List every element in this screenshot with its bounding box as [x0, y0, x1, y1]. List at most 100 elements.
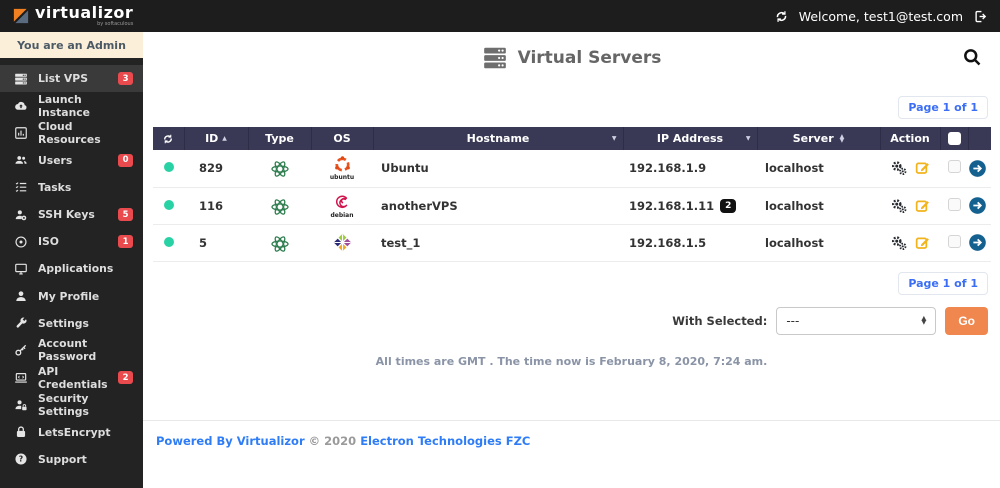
pagination-bottom[interactable]: Page 1 of 1 — [898, 271, 988, 295]
table-row: 5 test_1 192.168.1.5 localhost — [153, 224, 991, 262]
user-icon — [13, 289, 29, 303]
sidebar-item-security-settings[interactable]: Security Settings — [0, 391, 143, 418]
os-centos-icon — [311, 233, 373, 252]
column-header-ip-address[interactable]: IP Address ▼ — [622, 127, 757, 150]
sidebar-item-label: My Profile — [38, 289, 100, 303]
main-content: Virtual Servers Page 1 of 1 ID ▲ Type OS Hos… — [143, 32, 1000, 488]
sidebar-item-label: LetsEncrypt — [38, 425, 111, 439]
sidebar-item-label: Users — [38, 153, 73, 167]
sidebar-item-support[interactable]: ? Support — [0, 446, 143, 473]
search-icon[interactable] — [962, 47, 982, 67]
table-row: 116 debian anotherVPS 192.168.1.11 2 localhos… — [153, 187, 991, 225]
select-arrows-icon: ▲ ▼ — [921, 313, 927, 326]
status-dot — [163, 162, 174, 173]
disc-icon — [13, 235, 29, 249]
kvm-type-icon — [248, 156, 311, 180]
with-selected-value: --- — [786, 313, 800, 328]
sidebar-item-launch-instance[interactable]: Launch Instance — [0, 92, 143, 119]
manage-gears-icon[interactable] — [890, 234, 908, 252]
user-lock-icon — [13, 398, 29, 412]
manage-gears-icon[interactable] — [890, 159, 908, 177]
row-checkbox[interactable] — [947, 234, 961, 248]
kvm-type-icon — [248, 231, 311, 255]
ip-address: 192.168.1.11 — [629, 198, 715, 213]
status-dot — [163, 199, 174, 210]
count-badge: 0 — [118, 153, 133, 167]
manage-gears-icon[interactable] — [890, 197, 908, 215]
vps-id: 116 — [199, 198, 224, 213]
with-selected-select[interactable]: --- ▲ ▼ — [776, 306, 937, 335]
top-bar: virtualizor by softaculous Welcome, test… — [0, 0, 1000, 32]
open-vps-arrow-icon[interactable] — [968, 233, 991, 252]
count-badge: 5 — [118, 208, 133, 222]
filter-dropdown-icon[interactable]: ▼ — [746, 135, 751, 142]
sidebar-item-label: Support — [38, 452, 87, 466]
open-vps-arrow-icon[interactable] — [968, 159, 991, 178]
logo-subtext: by softaculous — [97, 21, 134, 27]
hostname: anotherVPS — [381, 198, 458, 213]
logout-icon[interactable] — [973, 9, 988, 24]
column-header-hostname[interactable]: Hostname ▼ — [372, 127, 623, 150]
sidebar: You are an Admin List VPS 3 Launch Instanc… — [0, 32, 143, 488]
svg-text:?: ? — [19, 455, 23, 464]
edit-icon[interactable] — [915, 235, 931, 251]
sidebar-item-iso[interactable]: ISO 1 — [0, 228, 143, 255]
go-button[interactable]: Go — [945, 306, 988, 335]
monitor-icon — [13, 262, 29, 276]
sidebar-item-settings[interactable]: Settings — [0, 310, 143, 337]
column-header-action[interactable]: Action — [879, 127, 940, 150]
column-header-refresh[interactable] — [153, 127, 184, 150]
sidebar-item-my-profile[interactable]: My Profile — [0, 283, 143, 310]
refresh-icon[interactable] — [774, 9, 789, 24]
sidebar-item-users[interactable]: Users 0 — [0, 147, 143, 174]
vps-id: 5 — [199, 235, 208, 250]
cloud-upload-icon — [13, 99, 29, 113]
sidebar-item-label: SSH Keys — [38, 208, 95, 222]
sidebar-item-label: Cloud Resources — [38, 119, 101, 146]
column-label: Action — [890, 132, 930, 145]
edit-icon[interactable] — [915, 198, 931, 214]
page-title: Virtual Servers — [517, 48, 662, 68]
servers-icon — [13, 72, 29, 86]
welcome-text: Welcome, test1@test.com — [798, 8, 963, 24]
sidebar-item-letsencrypt[interactable]: LetsEncrypt — [0, 418, 143, 445]
copyright-text: © 2020 — [308, 434, 357, 448]
sidebar-item-applications[interactable]: Applications — [0, 255, 143, 282]
select-all-checkbox[interactable] — [947, 132, 961, 145]
time-note: All times are GMT . The time now is Febr… — [375, 354, 768, 368]
sidebar-item-ssh-keys[interactable]: SSH Keys 5 — [0, 201, 143, 228]
os-label: ubuntu — [329, 174, 355, 182]
ssh-key-icon — [13, 208, 29, 222]
status-dot — [163, 236, 174, 247]
os-debian-icon: debian — [311, 193, 373, 219]
company-link[interactable]: Electron Technologies FZC — [360, 434, 530, 448]
row-checkbox[interactable] — [947, 160, 961, 174]
column-label: Server — [792, 132, 834, 145]
wrench-icon — [13, 316, 29, 330]
virtualizor-logo[interactable]: virtualizor by softaculous — [12, 5, 133, 27]
table-refresh-icon[interactable] — [162, 133, 174, 145]
column-label: IP Address — [656, 132, 724, 145]
sidebar-item-account-password[interactable]: Account Password — [0, 337, 143, 364]
column-header-id[interactable]: ID ▲ — [183, 127, 248, 150]
laptop-icon — [13, 371, 29, 385]
row-checkbox[interactable] — [947, 197, 961, 211]
sidebar-item-api-credentials[interactable]: API Credentials 2 — [0, 364, 143, 391]
column-label: ID — [205, 132, 219, 145]
sidebar-item-tasks[interactable]: Tasks — [0, 174, 143, 201]
servers-title-icon — [482, 45, 508, 71]
sidebar-item-list-vps[interactable]: List VPS 3 — [0, 65, 143, 93]
sidebar-item-cloud-resources[interactable]: Cloud Resources — [0, 119, 143, 146]
sidebar-item-label: API Credentials — [38, 364, 108, 391]
column-header-os[interactable]: OS — [310, 127, 373, 150]
filter-dropdown-icon[interactable]: ▼ — [612, 135, 617, 142]
edit-icon[interactable] — [915, 160, 931, 176]
pagination-top[interactable]: Page 1 of 1 — [898, 96, 988, 119]
count-badge: 1 — [118, 235, 133, 249]
column-header-checkbox[interactable] — [939, 127, 968, 150]
column-header-type[interactable]: Type — [247, 127, 311, 150]
sidebar-item-label: Applications — [38, 262, 114, 276]
column-header-server[interactable]: Server ▲ ▼ — [756, 127, 880, 150]
open-vps-arrow-icon[interactable] — [968, 196, 991, 215]
powered-by-link[interactable]: Powered By Virtualizor — [156, 434, 305, 448]
